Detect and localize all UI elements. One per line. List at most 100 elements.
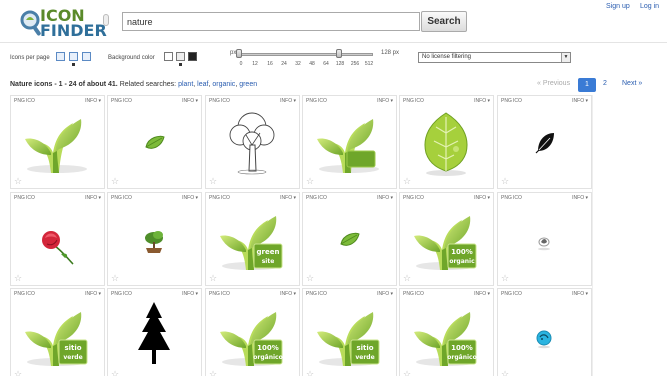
info-dropdown[interactable]: INFO ▾ [377,195,393,201]
bg-white-button[interactable] [164,52,173,61]
info-dropdown[interactable]: INFO ▾ [572,195,588,201]
icon-result-cell[interactable]: PNG ICO INFO ▾ ☆ [107,95,202,189]
leaf-small-icon[interactable] [303,202,396,276]
info-dropdown[interactable]: INFO ▾ [182,291,198,297]
star-icon[interactable]: ☆ [14,370,22,376]
size-slider-min-handle[interactable] [236,49,242,58]
ico-download-link[interactable]: ICO [221,98,230,104]
info-dropdown[interactable]: INFO ▾ [182,195,198,201]
info-dropdown[interactable]: INFO ▾ [377,98,393,104]
png-download-link[interactable]: PNG [111,195,122,201]
icon-result-cell[interactable]: PNG ICO INFO ▾ 100% orgânico ☆ [399,288,494,376]
ico-download-link[interactable]: ICO [318,195,327,201]
ico-download-link[interactable]: ICO [26,98,35,104]
info-dropdown[interactable]: INFO ▾ [474,195,490,201]
search-button[interactable]: Search [421,11,467,32]
icon-result-cell[interactable]: PNG ICO INFO ▾ 100% orgânico ☆ [205,288,300,376]
png-download-link[interactable]: PNG [111,98,122,104]
per-page-small-button[interactable] [56,52,65,61]
rose-icon[interactable] [11,202,104,276]
page-1-button[interactable]: 1 [578,78,596,92]
icon-result-cell[interactable]: PNG ICO INFO ▾ ☆ [10,95,105,189]
ico-download-link[interactable]: ICO [513,291,522,297]
star-icon[interactable]: ☆ [501,274,509,283]
png-download-link[interactable]: PNG [111,291,122,297]
search-input[interactable] [122,12,420,31]
ico-download-link[interactable]: ICO [123,98,132,104]
png-download-link[interactable]: PNG [14,98,25,104]
per-page-medium-button[interactable] [69,52,78,61]
organico-sprout-icon[interactable]: 100% orgânico [206,298,299,372]
ico-download-link[interactable]: ICO [26,291,35,297]
star-icon[interactable]: ☆ [14,177,22,186]
icon-result-cell[interactable]: PNG ICO INFO ▾ 100% organic ☆ [399,192,494,286]
page-2-link[interactable]: 2 [603,80,607,87]
star-icon[interactable]: ☆ [501,177,509,186]
ico-download-link[interactable]: ICO [513,98,522,104]
signup-link[interactable]: Sign up [606,3,630,10]
png-download-link[interactable]: PNG [209,195,220,201]
sprout-bar-icon[interactable] [303,105,396,179]
star-icon[interactable]: ☆ [403,370,411,376]
png-download-link[interactable]: PNG [306,195,317,201]
star-icon[interactable]: ☆ [306,177,314,186]
ico-download-link[interactable]: ICO [26,195,35,201]
info-dropdown[interactable]: INFO ▾ [377,291,393,297]
ico-download-link[interactable]: ICO [123,291,132,297]
info-dropdown[interactable]: INFO ▾ [85,98,101,104]
ico-download-link[interactable]: ICO [415,195,424,201]
sitio-verde-sprout-icon[interactable]: sitio verde [303,298,396,372]
png-download-link[interactable]: PNG [501,98,512,104]
ico-download-link[interactable]: ICO [415,291,424,297]
info-dropdown[interactable]: INFO ▾ [85,195,101,201]
info-dropdown[interactable]: INFO ▾ [572,98,588,104]
icon-result-cell[interactable]: PNG ICO INFO ▾ ☆ [107,192,202,286]
organic-sprout-icon[interactable]: 100% orgânico [400,298,493,372]
black-leaf-icon[interactable] [498,105,591,179]
icon-result-cell[interactable]: PNG ICO INFO ▾ sitio verde ☆ [302,288,397,376]
related-link-green[interactable]: green [239,81,257,88]
license-filter-select[interactable]: No license filtering ▼ [418,52,571,63]
info-dropdown[interactable]: INFO ▾ [572,291,588,297]
leaf-small-icon[interactable] [108,105,201,179]
star-icon[interactable]: ☆ [501,370,509,376]
size-slider-max-handle[interactable] [336,49,342,58]
ico-download-link[interactable]: ICO [123,195,132,201]
info-dropdown[interactable]: INFO ▾ [85,291,101,297]
login-link[interactable]: Log in [640,3,659,10]
related-link-organic[interactable]: organic [212,81,235,88]
organic-sprout-icon[interactable]: 100% organic [400,202,493,276]
per-page-large-button[interactable] [82,52,91,61]
icon-result-cell[interactable]: PNG ICO INFO ▾ ☆ [399,95,494,189]
png-download-link[interactable]: PNG [306,291,317,297]
bg-black-button[interactable] [188,52,197,61]
icon-result-cell[interactable]: PNG ICO INFO ▾ ☆ [302,192,397,286]
feather-icon[interactable] [498,202,591,276]
png-download-link[interactable]: PNG [501,291,512,297]
star-icon[interactable]: ☆ [306,370,314,376]
star-icon[interactable]: ☆ [306,274,314,283]
tree-sketch-icon[interactable] [206,105,299,179]
png-download-link[interactable]: PNG [14,291,25,297]
png-download-link[interactable]: PNG [209,291,220,297]
star-icon[interactable]: ☆ [403,177,411,186]
search-info-icon[interactable] [103,14,109,26]
icon-result-cell[interactable]: PNG ICO INFO ▾ ☆ [497,192,592,286]
png-download-link[interactable]: PNG [403,195,414,201]
info-dropdown[interactable]: INFO ▾ [474,291,490,297]
icon-result-cell[interactable]: PNG ICO INFO ▾ green site ☆ [205,192,300,286]
star-icon[interactable]: ☆ [111,370,119,376]
icon-result-cell[interactable]: PNG ICO INFO ▾ ☆ [497,288,592,376]
star-icon[interactable]: ☆ [14,274,22,283]
png-download-link[interactable]: PNG [306,98,317,104]
star-icon[interactable]: ☆ [209,274,217,283]
icon-result-cell[interactable]: PNG ICO INFO ▾ ☆ [497,95,592,189]
iconfinder-logo[interactable]: ICON FINDER [10,4,107,40]
info-dropdown[interactable]: INFO ▾ [280,291,296,297]
ico-download-link[interactable]: ICO [318,98,327,104]
bonsai-icon[interactable] [108,202,201,276]
next-page-link[interactable]: Next » [622,80,642,87]
png-download-link[interactable]: PNG [14,195,25,201]
pine-tree-icon[interactable] [108,298,201,372]
icon-result-cell[interactable]: PNG ICO INFO ▾ ☆ [205,95,300,189]
